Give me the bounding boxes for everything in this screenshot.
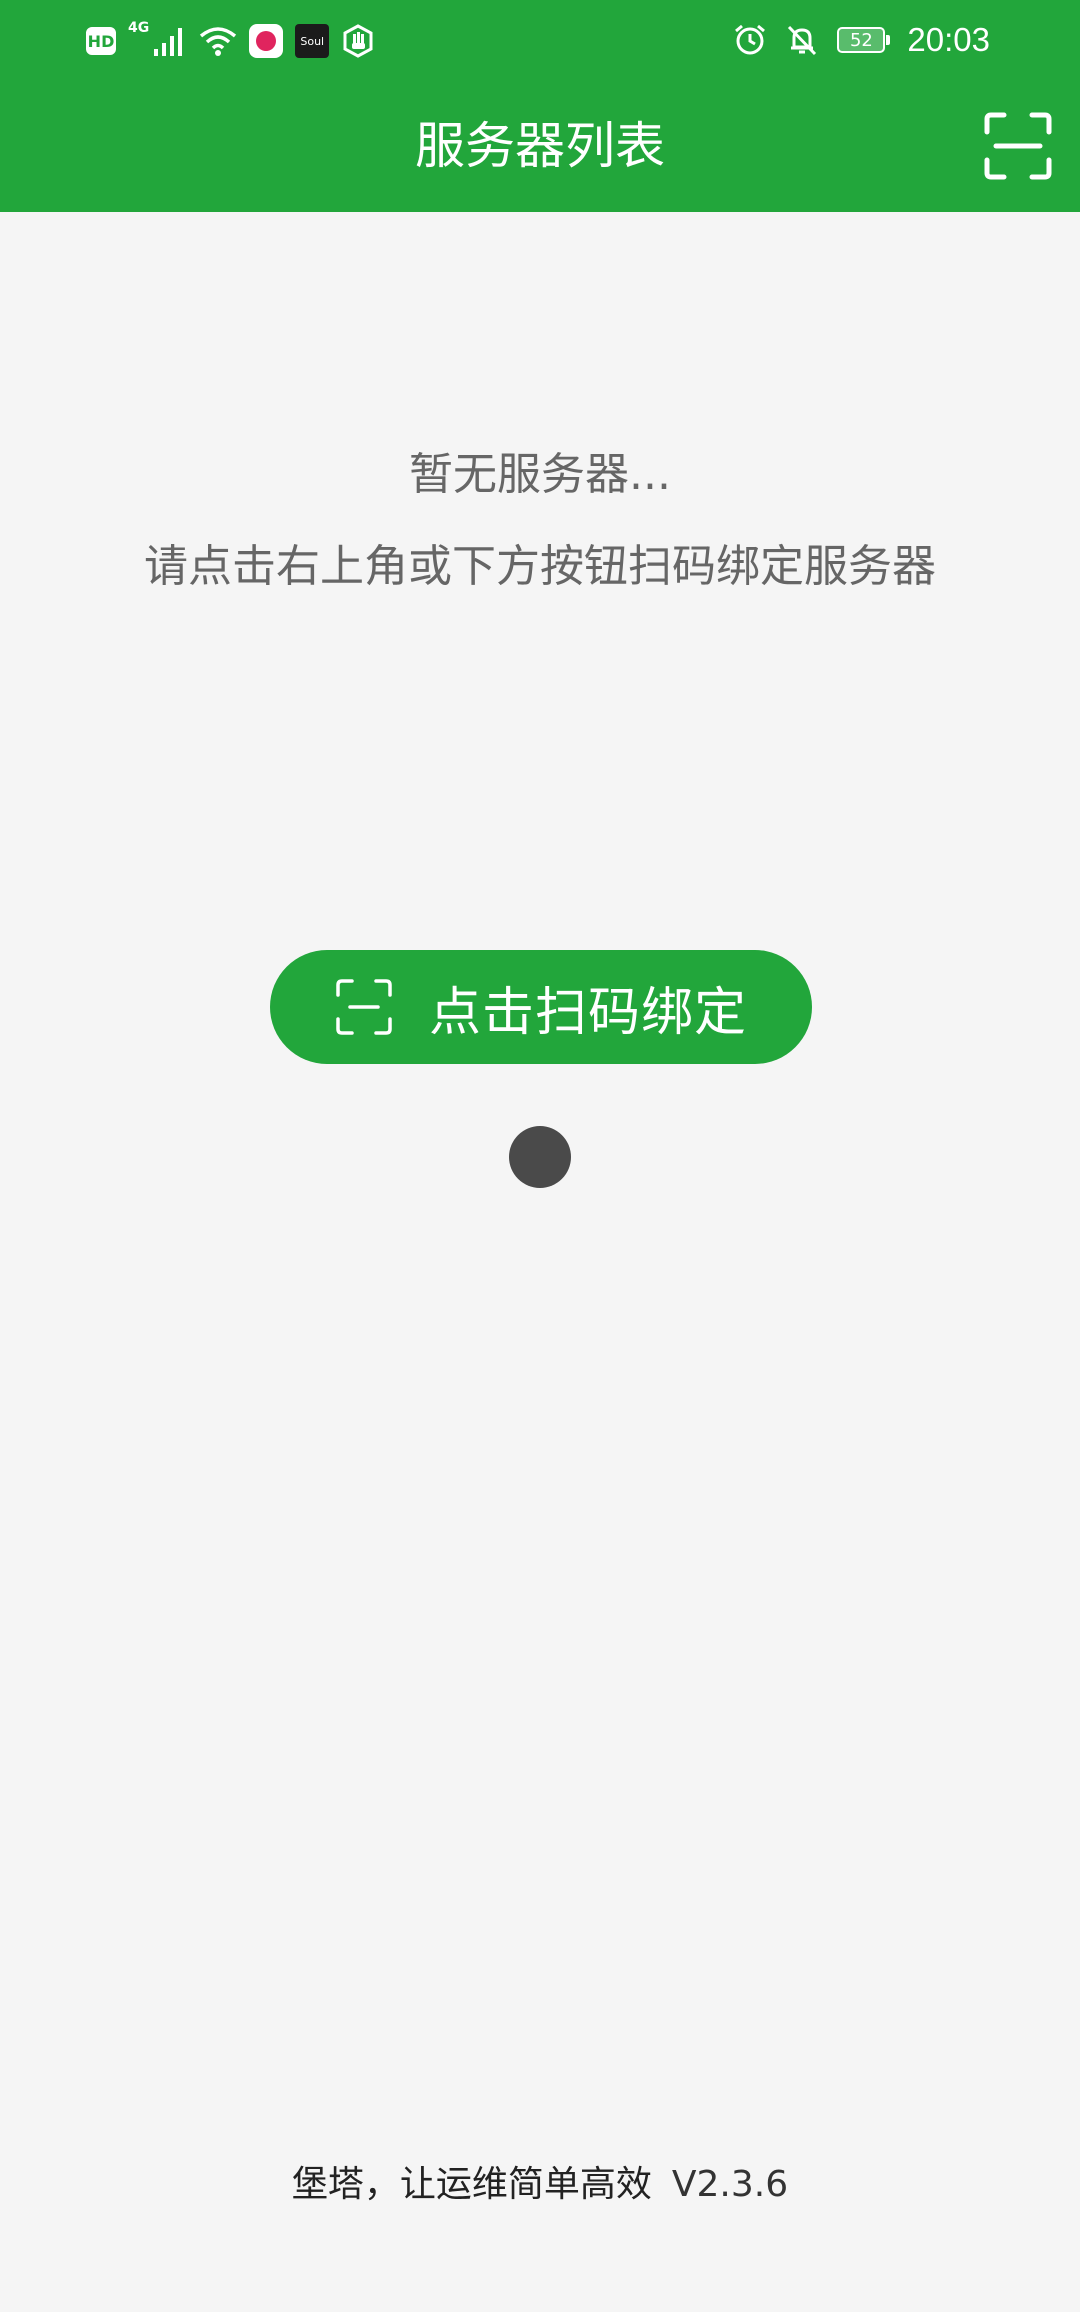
footer: 堡塔，让运维简单高效 V2.3.6 [0, 2155, 1080, 2207]
status-right-icons: 52 20:03 [733, 18, 990, 62]
hd-icon: HD [86, 27, 116, 55]
signal-icon [154, 28, 183, 56]
status-bar: HD 4G Soul 52 20:03 [0, 0, 1080, 80]
empty-state-title: 暂无服务器... [409, 449, 671, 500]
scan-icon[interactable] [984, 112, 1052, 180]
status-left-icons: HD 4G Soul [86, 20, 375, 62]
alarm-icon [735, 24, 766, 55]
network-type-label: 4G [128, 20, 150, 36]
app-icon [249, 24, 284, 58]
hand-icon [343, 24, 373, 58]
wifi-icon [200, 27, 237, 56]
app-version: V2.3.6 [671, 2164, 789, 2205]
battery-icon: 52 [837, 27, 891, 53]
page-title: 服务器列表 [415, 117, 665, 175]
status-time: 20:03 [907, 21, 990, 58]
footer-slogan: 堡塔，让运维简单高效 [291, 2164, 652, 2205]
soul-app-icon: Soul [295, 24, 330, 58]
touch-indicator [509, 1126, 571, 1188]
empty-state-hint: 请点击右上角或下方按钮扫码绑定服务器 [144, 541, 936, 592]
scan-bind-button[interactable]: 点击扫码绑定 [270, 950, 812, 1064]
scan-bind-button-label: 点击扫码绑定 [428, 982, 747, 1043]
scan-icon [336, 979, 392, 1035]
bell-off-icon [788, 25, 817, 56]
app-bar: 服务器列表 [0, 80, 1080, 212]
